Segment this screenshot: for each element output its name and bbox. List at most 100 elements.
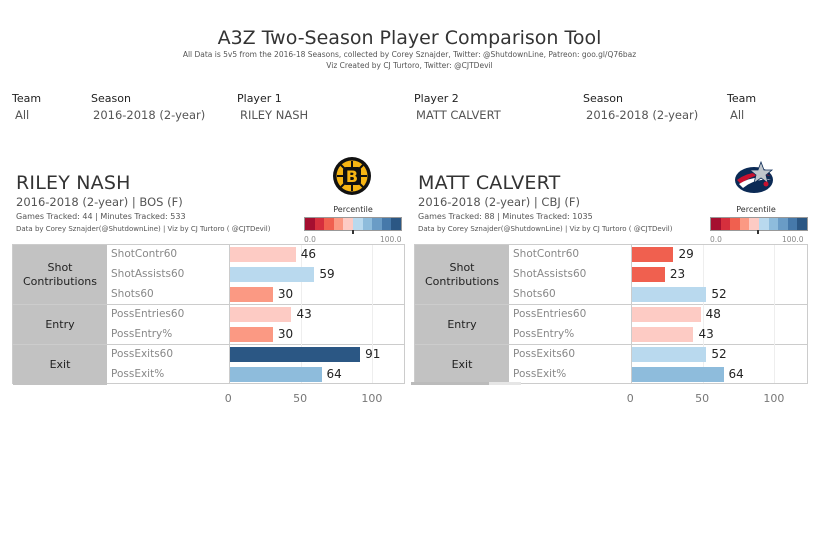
group-label-shot-contributions: Shot Contributions — [415, 245, 509, 304]
legend-swatch — [758, 218, 769, 230]
bar-value-label: 91 — [365, 347, 381, 361]
legend-swatch — [711, 218, 721, 230]
metric-label: PossEntry% — [111, 328, 173, 340]
bar-possexits60[interactable] — [230, 347, 361, 362]
legend-swatch — [730, 218, 740, 230]
player-1-games-minutes: Games Tracked: 44 | Minutes Tracked: 533 — [16, 212, 186, 221]
bar-possexit-pct[interactable] — [632, 367, 724, 382]
filter-season-1-label: Season — [91, 92, 131, 105]
bar-value-label: 52 — [711, 287, 727, 301]
metric-label: ShotAssists60 — [111, 268, 185, 280]
bar-shotassists60[interactable] — [230, 267, 315, 282]
bar-value-label: 52 — [711, 347, 727, 361]
bar-value-label: 43 — [698, 327, 714, 341]
bar-shotcontr60[interactable] — [632, 247, 674, 262]
group-label-entry: Entry — [13, 305, 107, 344]
legend-swatch — [720, 218, 731, 230]
legend-swatch — [768, 218, 779, 230]
bruins-logo-icon: B — [330, 156, 374, 196]
x-axis-tick-label: 100 — [763, 392, 785, 405]
group-label-shot-contributions: Shot Contributions — [13, 245, 107, 304]
filter-team-1-dropdown[interactable]: All — [15, 108, 29, 122]
legend-swatch — [391, 218, 401, 230]
bar-value-label: 30 — [277, 287, 294, 301]
gridline — [702, 245, 704, 383]
x-axis-tick-label: 50 — [695, 392, 710, 405]
player-1-legend-min: 0.0 — [304, 235, 316, 244]
legend-swatch — [381, 218, 392, 230]
gridline — [372, 245, 373, 383]
x-axis-tick-label: 0 — [626, 392, 634, 405]
blue-jackets-logo-icon — [733, 160, 777, 196]
metric-label: PossEntries60 — [513, 308, 587, 320]
player-2-legend-title: Percentile — [736, 205, 776, 214]
player-2-legend-max: 100.0 — [782, 235, 804, 244]
metric-label: ShotContr60 — [111, 248, 178, 260]
player-1-season-team: 2016-2018 (2-year) | BOS (F) — [16, 195, 183, 209]
legend-swatch — [314, 218, 325, 230]
metric-label: PossEntries60 — [111, 308, 185, 320]
player-1-percentile-legend — [304, 217, 402, 231]
bar-shots60[interactable] — [230, 287, 273, 302]
metric-label: Shots60 — [111, 288, 154, 300]
player-2-credit: Data by Corey Sznajder(@ShutdownLine) | … — [418, 225, 673, 233]
legend-swatch — [797, 218, 807, 230]
bar-value-label: 23 — [669, 267, 686, 281]
bar-possentry-pct[interactable] — [632, 327, 694, 342]
filter-season-1-dropdown[interactable]: 2016-2018 (2-year) — [93, 108, 205, 122]
player-2-games-minutes: Games Tracked: 88 | Minutes Tracked: 103… — [418, 212, 593, 221]
bar-value-label: 46 — [300, 247, 317, 261]
legend-swatch — [333, 218, 344, 230]
metric-label: Shots60 — [513, 288, 556, 300]
horizontal-scrollbar-thumb[interactable] — [411, 382, 489, 385]
bar-value-label: 48 — [705, 307, 721, 321]
filter-team-2-dropdown[interactable]: All — [730, 108, 744, 122]
player-2-legend-marker — [757, 230, 759, 234]
filter-season-2-label: Season — [583, 92, 623, 105]
x-axis-tick-label: 50 — [293, 392, 308, 405]
legend-swatch — [778, 218, 788, 230]
player-1-legend-marker — [352, 230, 354, 234]
player-1-legend-max: 100.0 — [380, 235, 402, 244]
bar-possentry-pct[interactable] — [230, 327, 273, 342]
group-label-exit: Exit — [415, 345, 509, 385]
legend-swatch — [787, 218, 798, 230]
filter-player-1-dropdown[interactable]: RILEY NASH — [240, 108, 308, 122]
x-axis-tick-label: 0 — [224, 392, 232, 405]
bar-value-label: 59 — [319, 267, 335, 281]
legend-swatch — [372, 218, 382, 230]
filter-team-2-label: Team — [727, 92, 757, 105]
filter-player-2-label: Player 2 — [414, 92, 459, 105]
player-2-legend-min: 0.0 — [710, 235, 722, 244]
player-1-legend-title: Percentile — [333, 205, 373, 214]
bar-shotcontr60[interactable] — [230, 247, 296, 262]
metric-label: ShotAssists60 — [513, 268, 587, 280]
metric-label: PossExit% — [111, 368, 165, 380]
bar-value-label: 30 — [277, 327, 294, 341]
bar-shotassists60[interactable] — [632, 267, 665, 282]
bar-value-label: 64 — [728, 367, 744, 381]
metric-label: ShotContr60 — [513, 248, 580, 260]
player-1-name: RILEY NASH — [16, 172, 131, 194]
bar-value-label: 29 — [678, 247, 694, 261]
legend-swatch — [362, 218, 373, 230]
filter-player-2-dropdown[interactable]: MATT CALVERT — [416, 108, 501, 122]
metric-label: PossExit% — [513, 368, 567, 380]
metric-label: PossEntry% — [513, 328, 575, 340]
legend-swatch — [749, 218, 759, 230]
bar-possexits60[interactable] — [632, 347, 707, 362]
filter-season-2-dropdown[interactable]: 2016-2018 (2-year) — [586, 108, 698, 122]
bar-possexit-pct[interactable] — [230, 367, 322, 382]
dashboard-title: A3Z Two-Season Player Comparison Tool — [217, 27, 602, 49]
bar-possentries60[interactable] — [632, 307, 701, 322]
group-label-entry: Entry — [415, 305, 509, 344]
legend-swatch — [343, 218, 353, 230]
player-2-chart-panel: Shot Contributions Entry Exit ShotContr60 29 S… — [414, 244, 808, 385]
filter-team-1-label: Team — [12, 92, 42, 105]
player-2-season-team: 2016-2018 (2-year) | CBJ (F) — [418, 195, 580, 209]
metric-label: PossExits60 — [513, 348, 576, 360]
bar-possentries60[interactable] — [230, 307, 292, 322]
bar-shots60[interactable] — [632, 287, 707, 302]
legend-swatch — [324, 218, 334, 230]
player-1-chart-panel: Shot Contributions Entry Exit ShotContr60 46 S… — [12, 244, 405, 385]
